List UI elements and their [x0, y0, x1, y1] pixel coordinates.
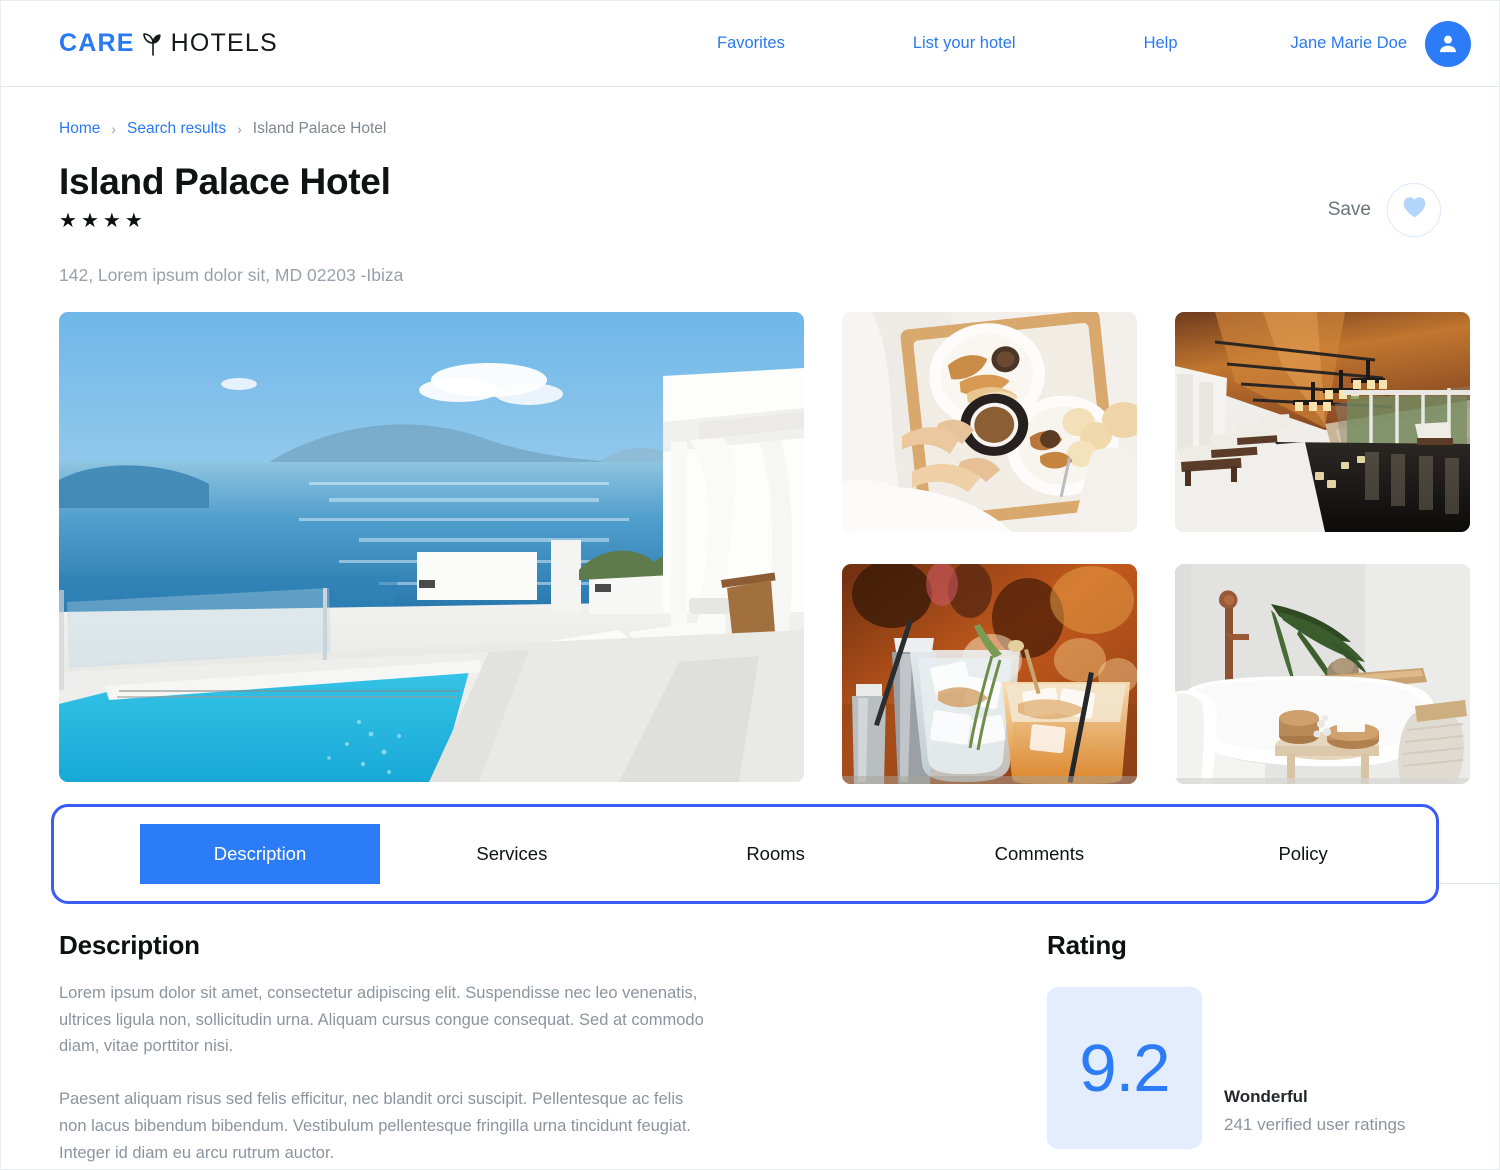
page-content: Home › Search results › Island Palace Ho…	[1, 87, 1499, 1166]
save-hotel-control: Save	[1328, 183, 1441, 237]
logo-brand-text: CARE	[59, 29, 135, 57]
rating-body: 9.2 Wonderful 241 verified user ratings	[1047, 987, 1405, 1149]
tab-policy[interactable]: Policy	[1171, 824, 1435, 884]
hotel-photo-gallery	[59, 312, 1470, 784]
page-title: Island Palace Hotel	[59, 161, 391, 202]
rating-score-value: 9.2	[1079, 1030, 1170, 1106]
description-heading: Description	[59, 930, 200, 960]
hotel-detail-tabs: Description Services Rooms Comments Poli…	[51, 804, 1499, 912]
rating-section: Rating 9.2 Wonderful 241 verified user r…	[1047, 930, 1405, 1166]
rating-count: 241 verified user ratings	[1224, 1115, 1406, 1134]
hotel-title-block: Island Palace Hotel ★ ★ ★ ★	[59, 161, 391, 231]
star-icon: ★	[59, 209, 77, 232]
star-icon: ★	[102, 209, 121, 232]
tab-list: Description Services Rooms Comments Poli…	[140, 824, 1435, 884]
rating-meta: Wonderful 241 verified user ratings	[1224, 1087, 1405, 1149]
star-icon: ★	[80, 209, 99, 232]
user-avatar-icon[interactable]	[1425, 20, 1471, 67]
heart-icon	[1402, 196, 1427, 224]
hotel-title-row: Island Palace Hotel ★ ★ ★ ★ Save	[59, 161, 1441, 237]
gallery-thumb-bathroom[interactable]	[1175, 564, 1470, 784]
star-icon: ★	[124, 209, 143, 232]
nav-link-user-name[interactable]: Jane Marie Doe	[1291, 34, 1407, 53]
tab-description[interactable]: Description	[140, 824, 380, 884]
nav-link-help[interactable]: Help	[1144, 34, 1178, 53]
site-logo[interactable]: CARE HOTELS	[59, 29, 278, 58]
breadcrumb: Home › Search results › Island Palace Ho…	[59, 87, 1441, 138]
leaf-sprout-icon	[142, 32, 164, 56]
hotel-address: 142, Lorem ipsum dolor sit, MD 02203 -Ib…	[59, 265, 404, 285]
rating-heading: Rating	[1047, 930, 1127, 960]
gallery-thumb-breakfast[interactable]	[842, 312, 1137, 532]
nav-link-list-your-hotel[interactable]: List your hotel	[913, 34, 1016, 53]
tab-services[interactable]: Services	[380, 824, 644, 884]
description-paragraph: Paesent aliquam risus sed felis efficitu…	[59, 1090, 691, 1162]
breadcrumb-search-results[interactable]: Search results	[127, 120, 226, 138]
save-label: Save	[1327, 199, 1371, 220]
nav-link-favorites[interactable]: Favorites	[717, 34, 785, 53]
rating-word: Wonderful	[1224, 1087, 1308, 1106]
chevron-right-icon: ›	[111, 121, 117, 137]
tab-rooms[interactable]: Rooms	[644, 824, 908, 884]
tab-panel-description: Description Lorem ipsum dolor sit amet, …	[59, 930, 1441, 1166]
breadcrumb-current: Island Palace Hotel	[252, 120, 387, 137]
breadcrumb-home[interactable]: Home	[59, 120, 100, 138]
main-navigation: Favorites List your hotel Help Jane Mari…	[717, 20, 1471, 67]
site-header: CARE HOTELS Favorites List your hotel He…	[1, 1, 1499, 87]
gallery-thumb-cocktails[interactable]	[842, 564, 1137, 784]
gallery-thumbnails	[842, 312, 1470, 784]
hotel-star-rating: ★ ★ ★ ★	[59, 211, 391, 231]
logo-suffix-text: HOTELS	[170, 29, 278, 57]
rating-score-badge: 9.2	[1047, 987, 1202, 1149]
description-paragraph: Lorem ipsum dolor sit amet, consectetur …	[59, 984, 704, 1056]
hotel-detail-page: CARE HOTELS Favorites List your hotel He…	[0, 0, 1500, 1170]
gallery-thumb-spa-pool[interactable]	[1175, 312, 1470, 532]
tab-comments[interactable]: Comments	[908, 824, 1172, 884]
chevron-right-icon: ›	[237, 121, 242, 137]
gallery-hero-image[interactable]	[59, 312, 804, 782]
description-section: Description Lorem ipsum dolor sit amet, …	[59, 930, 759, 1166]
save-heart-button[interactable]	[1387, 183, 1441, 237]
